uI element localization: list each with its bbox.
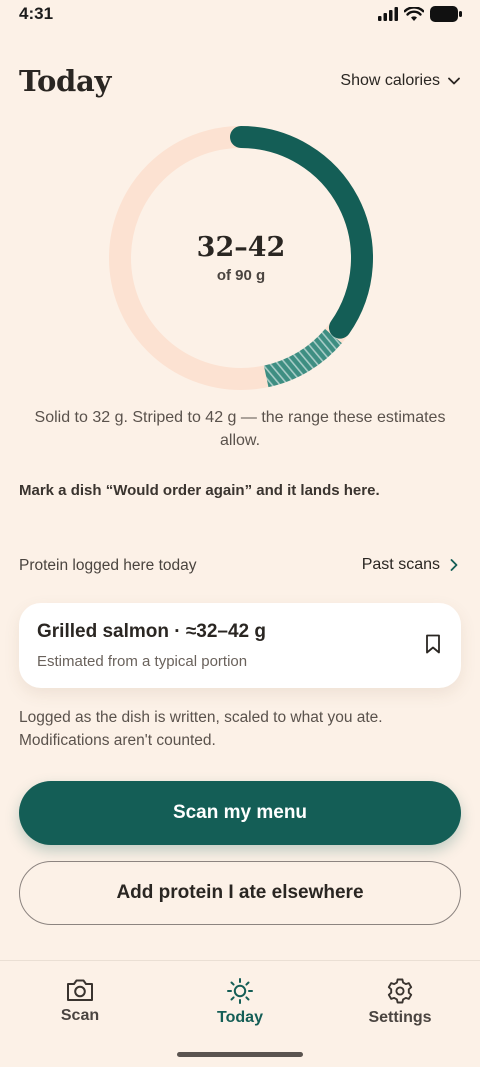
dish-subtitle: Estimated from a typical portion bbox=[37, 653, 248, 670]
home-indicator bbox=[177, 1052, 303, 1057]
gear-icon bbox=[387, 978, 413, 1004]
tab-settings-label: Settings bbox=[368, 1009, 432, 1026]
past-scans-label: Past scans bbox=[361, 556, 440, 573]
would-order-again-hint: Mark a dish “Would order again” and it l… bbox=[19, 482, 380, 499]
status-time: 4:31 bbox=[19, 4, 54, 23]
bookmark-icon[interactable] bbox=[425, 634, 441, 659]
dish-title: Grilled salmon · ≈32–42 g bbox=[37, 621, 267, 642]
battery-icon bbox=[430, 6, 462, 22]
chevron-right-icon bbox=[450, 559, 458, 571]
sun-icon bbox=[227, 978, 253, 1004]
tab-scan[interactable]: Scan bbox=[20, 977, 140, 1025]
chevron-down-icon bbox=[448, 77, 460, 85]
tab-today[interactable]: Today bbox=[180, 977, 300, 1027]
show-calories-label: Show calories bbox=[340, 72, 440, 89]
protein-progress-ring: 32–42 of 90 g bbox=[107, 124, 375, 392]
show-calories-toggle[interactable]: Show calories bbox=[340, 72, 460, 90]
logging-note: Logged as the dish is written, scaled to… bbox=[19, 709, 383, 749]
bottom-tab-bar: Scan Today Settings bbox=[0, 960, 480, 1067]
ring-value: 32–42 bbox=[196, 232, 286, 263]
tab-today-label: Today bbox=[217, 1009, 263, 1026]
status-icons bbox=[378, 6, 462, 22]
logged-dish-card[interactable]: Grilled salmon · ≈32–42 g Estimated from… bbox=[19, 603, 461, 688]
tab-scan-label: Scan bbox=[60, 1007, 100, 1024]
camera-icon bbox=[67, 979, 93, 1001]
scan-menu-button[interactable]: Scan my menu bbox=[19, 781, 461, 845]
past-scans-link[interactable]: Past scans bbox=[362, 556, 458, 574]
ring-caption: Solid to 32 g. Striped to 42 g — the ran… bbox=[34, 409, 446, 449]
ring-goal: of 90 g bbox=[216, 267, 266, 284]
add-protein-button[interactable]: Add protein I ate elsewhere bbox=[19, 861, 461, 925]
page-title: Today bbox=[19, 64, 112, 98]
logged-section-label: Protein logged here today bbox=[19, 557, 197, 574]
wifi-icon bbox=[404, 6, 424, 21]
tab-settings[interactable]: Settings bbox=[340, 977, 460, 1027]
signal-icon bbox=[378, 7, 398, 21]
status-bar: 4:31 bbox=[0, 0, 480, 30]
